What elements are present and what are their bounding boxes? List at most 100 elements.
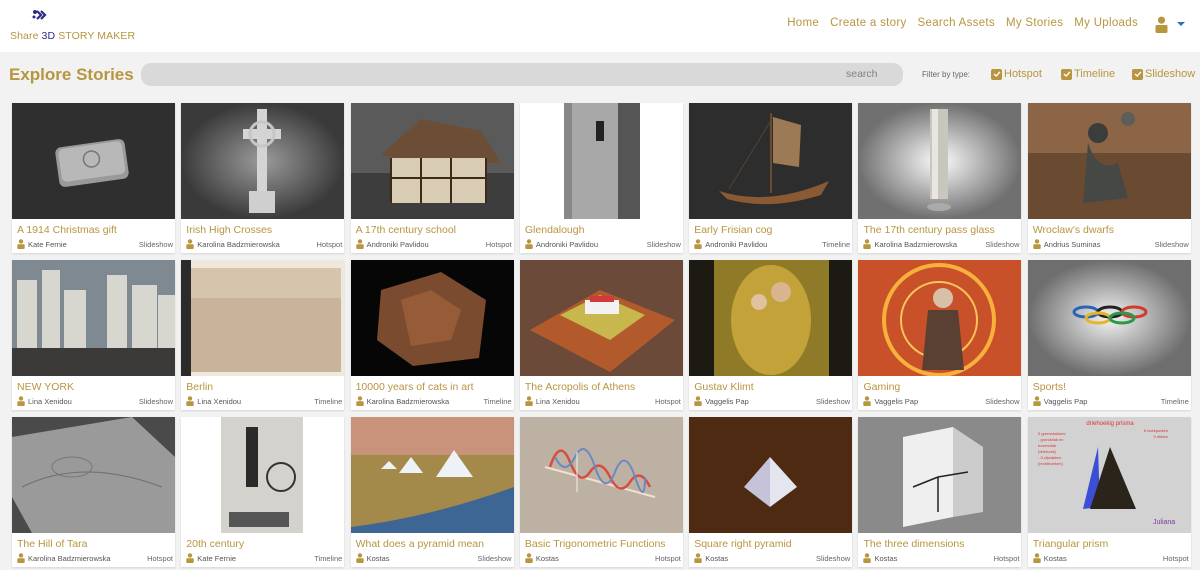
- nav-my-stories[interactable]: My Stories: [1006, 17, 1063, 29]
- checkbox-checked-icon[interactable]: [1061, 68, 1072, 80]
- story-title[interactable]: Square right pyramid: [689, 533, 852, 553]
- story-thumbnail[interactable]: [858, 260, 1022, 376]
- user-icon: [1033, 396, 1041, 406]
- story-card[interactable]: 10000 years of cats in art Karolina Badz…: [350, 260, 514, 410]
- story-thumbnail[interactable]: [350, 103, 514, 219]
- filter-slideshow[interactable]: Slideshow: [1132, 68, 1195, 80]
- story-card[interactable]: Wroclaw's dwarfs Andrius Suminas Slidesh…: [1027, 103, 1191, 253]
- story-thumbnail[interactable]: [181, 103, 345, 219]
- story-title[interactable]: The three dimensions: [858, 533, 1021, 553]
- user-icon: [1033, 239, 1041, 249]
- city-thumbnail-image: [12, 260, 175, 376]
- story-thumbnail[interactable]: [12, 417, 175, 533]
- story-card[interactable]: Sports! Vaggelis Pap Timeline: [1027, 260, 1191, 410]
- story-title[interactable]: The Hill of Tara: [12, 533, 175, 553]
- story-card[interactable]: A 1914 Christmas gift Kate Fernie Slides…: [12, 103, 175, 253]
- story-card[interactable]: Basic Trigonometric Functions Kostas Hot…: [519, 417, 683, 567]
- story-author: Kate Fernie: [17, 239, 139, 249]
- story-title[interactable]: Berlin: [181, 376, 344, 396]
- story-card[interactable]: Early Frisian cog Androniki Pavlidou Tim…: [689, 103, 853, 253]
- nav-home[interactable]: Home: [787, 17, 819, 29]
- story-thumbnail[interactable]: driehoekig prisma 5 grensvlakken: - grondv…: [1027, 417, 1191, 533]
- story-title[interactable]: A 17th century school: [351, 219, 514, 239]
- story-title[interactable]: Early Frisian cog: [689, 219, 852, 239]
- story-card[interactable]: The three dimensions Kostas Hotspot: [858, 417, 1022, 567]
- story-card[interactable]: The Hill of Tara Karolina Badzmierowska …: [12, 417, 175, 567]
- story-type: Slideshow: [138, 396, 173, 406]
- story-title[interactable]: Gaming: [858, 376, 1021, 396]
- nav-search-assets[interactable]: Search Assets: [918, 17, 995, 29]
- logo-text-3d: 3D: [41, 30, 56, 42]
- filter-timeline[interactable]: Timeline: [1061, 68, 1115, 80]
- story-thumbnail[interactable]: [1027, 260, 1191, 376]
- story-thumbnail[interactable]: [12, 103, 175, 219]
- checkbox-checked-icon[interactable]: [991, 68, 1002, 80]
- story-card[interactable]: Glendalough Androniki Pavlidou Slideshow: [519, 103, 683, 253]
- story-title[interactable]: A 1914 Christmas gift: [12, 219, 175, 239]
- story-title[interactable]: Wroclaw's dwarfs: [1028, 219, 1191, 239]
- story-author: Kate Fernie: [186, 553, 314, 563]
- story-card[interactable]: 20th century Kate Fernie Timeline: [181, 417, 345, 567]
- story-author-name: Kate Fernie: [28, 239, 67, 249]
- story-title[interactable]: Sports!: [1028, 376, 1191, 396]
- story-card[interactable]: Irish High Crosses Karolina Badzmierowsk…: [181, 103, 345, 253]
- story-title[interactable]: Triangular prism: [1028, 533, 1191, 553]
- story-title[interactable]: Gustav Klimt: [689, 376, 852, 396]
- story-card[interactable]: A 17th century school Androniki Pavlidou…: [350, 103, 514, 253]
- story-thumbnail[interactable]: [689, 103, 853, 219]
- thumbnail-heading: driehoekig prisma: [1086, 421, 1134, 427]
- story-card[interactable]: The Acropolis of Athens Lina Xenidou Hot…: [519, 260, 683, 410]
- story-card[interactable]: NEW YORK Lina Xenidou Slideshow: [12, 260, 175, 410]
- story-thumbnail[interactable]: [689, 260, 853, 376]
- story-thumbnail[interactable]: [519, 417, 683, 533]
- story-type: Slideshow: [1154, 239, 1189, 249]
- story-title[interactable]: NEW YORK: [12, 376, 175, 396]
- story-thumbnail[interactable]: [1027, 103, 1191, 219]
- logo-text-share: Share: [10, 30, 42, 42]
- story-author-name: Kostas: [366, 553, 390, 563]
- filter-hotspot[interactable]: Hotspot: [991, 68, 1042, 80]
- story-meta: Lina Xenidou Slideshow: [12, 396, 175, 406]
- user-icon: [186, 553, 194, 563]
- nav-create-story[interactable]: Create a story: [830, 17, 906, 29]
- story-thumbnail[interactable]: [181, 260, 345, 376]
- story-card[interactable]: The 17th century pass glass Karolina Bad…: [858, 103, 1022, 253]
- story-thumbnail[interactable]: [350, 417, 514, 533]
- story-card[interactable]: What does a pyramid mean Kostas Slidesho…: [350, 417, 514, 567]
- nav-my-uploads[interactable]: My Uploads: [1074, 17, 1138, 29]
- story-thumbnail[interactable]: [350, 260, 514, 376]
- story-title[interactable]: The Acropolis of Athens: [520, 376, 683, 396]
- tin-box-thumbnail-image: [12, 103, 175, 219]
- story-card[interactable]: Gaming Vaggelis Pap Slideshow: [858, 260, 1022, 410]
- main-nav: Home Create a story Search Assets My Sto…: [787, 17, 1138, 29]
- logo-icon: [29, 10, 47, 25]
- story-thumbnail[interactable]: [858, 417, 1022, 533]
- logo[interactable]: Share 3D STORY MAKER: [10, 8, 135, 44]
- search-button[interactable]: search: [846, 68, 878, 80]
- story-author: Kostas: [1033, 553, 1163, 563]
- story-author-name: Karolina Badzmierowska: [28, 553, 111, 563]
- story-card[interactable]: Gustav Klimt Vaggelis Pap Slideshow: [689, 260, 853, 410]
- story-card[interactable]: Berlin Lina Xenidou Timeline: [181, 260, 345, 410]
- story-title[interactable]: Irish High Crosses: [181, 219, 344, 239]
- story-title[interactable]: What does a pyramid mean: [351, 533, 514, 553]
- story-meta: Kate Fernie Timeline: [181, 553, 344, 563]
- story-thumbnail[interactable]: [689, 417, 853, 533]
- story-thumbnail[interactable]: [519, 260, 683, 376]
- story-thumbnail[interactable]: [519, 103, 683, 219]
- story-title[interactable]: 20th century: [181, 533, 344, 553]
- story-thumbnail[interactable]: [12, 260, 175, 376]
- terrain-thumbnail-image: [12, 417, 175, 533]
- story-title[interactable]: 10000 years of cats in art: [351, 376, 514, 396]
- story-thumbnail[interactable]: [181, 417, 345, 533]
- story-title[interactable]: Basic Trigonometric Functions: [520, 533, 683, 553]
- story-card[interactable]: driehoekig prisma 5 grensvlakken: - grondv…: [1027, 417, 1191, 567]
- story-card[interactable]: Square right pyramid Kostas Slideshow: [689, 417, 853, 567]
- search-input[interactable]: [141, 63, 903, 86]
- story-thumbnail[interactable]: [858, 103, 1022, 219]
- user-menu-dropdown[interactable]: [1155, 14, 1189, 34]
- checkbox-checked-icon[interactable]: [1132, 68, 1143, 80]
- story-title[interactable]: Glendalough: [520, 219, 683, 239]
- story-author: Kostas: [355, 553, 478, 563]
- story-title[interactable]: The 17th century pass glass: [858, 219, 1021, 239]
